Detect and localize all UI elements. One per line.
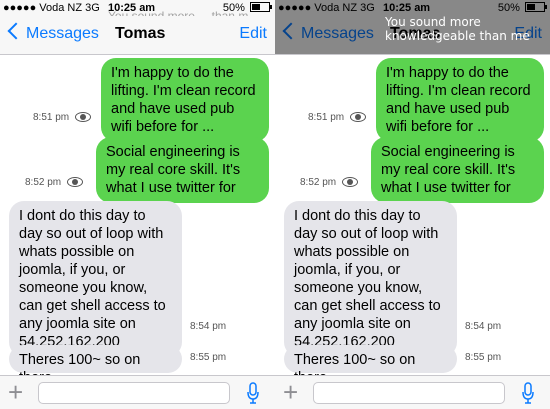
eye-icon: [342, 177, 359, 187]
compose-bar: +: [0, 375, 275, 409]
battery-icon: [250, 2, 272, 12]
sent-message[interactable]: I'm happy to do the lifting. I'm clean r…: [101, 58, 269, 142]
notification-text: You sound more knowledgeable than me: [385, 15, 530, 43]
received-message[interactable]: Theres 100~ so on there: [284, 345, 457, 386]
sent-message[interactable]: Social engineering is my real core skill…: [371, 137, 544, 203]
message-time: 8:52 pm: [25, 177, 62, 188]
microphone-icon[interactable]: [246, 382, 260, 406]
eye-icon: [75, 112, 92, 122]
add-attachment-button[interactable]: +: [8, 378, 23, 406]
message-time: 8:51 pm: [308, 112, 345, 123]
message-time: 8:54 pm: [190, 321, 227, 332]
message-thread: I'm happy to do the lifting. I'm clean r…: [275, 55, 550, 386]
message-time: 8:55 pm: [465, 352, 502, 363]
sent-message[interactable]: Social engineering is my real core skill…: [96, 137, 269, 203]
message-time: 8:55 pm: [190, 352, 227, 363]
eye-icon: [350, 112, 367, 122]
message-thread: I'm happy to do the lifting. I'm clean r…: [0, 55, 275, 386]
received-message[interactable]: Theres 100~ so on there: [9, 345, 182, 386]
message-meta: 8:51 pm: [308, 112, 367, 123]
conversation-title: Tomas: [115, 25, 166, 42]
message-time: 8:52 pm: [300, 177, 337, 188]
message-meta: 8:52 pm: [25, 177, 84, 188]
message-time: 8:51 pm: [33, 112, 70, 123]
chevron-left-icon: [7, 22, 25, 40]
sent-message[interactable]: I'm happy to do the lifting. I'm clean r…: [376, 58, 544, 142]
received-message[interactable]: I dont do this day to day so out of loop…: [284, 201, 457, 357]
message-input[interactable]: [313, 382, 505, 404]
microphone-icon[interactable]: [521, 382, 535, 406]
network-type: 3G: [85, 2, 100, 14]
eye-icon: [67, 177, 84, 187]
message-meta: 8:51 pm: [33, 112, 92, 123]
edit-button[interactable]: Edit: [239, 25, 267, 43]
back-label: Messages: [26, 25, 99, 42]
received-message[interactable]: I dont do this day to day so out of loop…: [9, 201, 182, 357]
notification-overlay[interactable]: You sound more knowledgeable than me: [275, 0, 550, 54]
add-attachment-button[interactable]: +: [283, 378, 298, 406]
compose-bar: +: [275, 375, 550, 409]
navigation-bar: Messages Tomas Edit: [0, 16, 275, 55]
right-screenshot: ●●●●● Voda NZ 3G 10:25 am 50% Messages T…: [275, 0, 550, 409]
message-input[interactable]: [38, 382, 230, 404]
message-time: 8:54 pm: [465, 321, 502, 332]
left-screenshot: ●●●●● Voda NZ 3G 10:25 am 50% You sound …: [0, 0, 275, 409]
carrier: ●●●●● Voda NZ: [3, 2, 83, 14]
message-meta: 8:52 pm: [300, 177, 359, 188]
back-button[interactable]: Messages: [6, 22, 99, 43]
